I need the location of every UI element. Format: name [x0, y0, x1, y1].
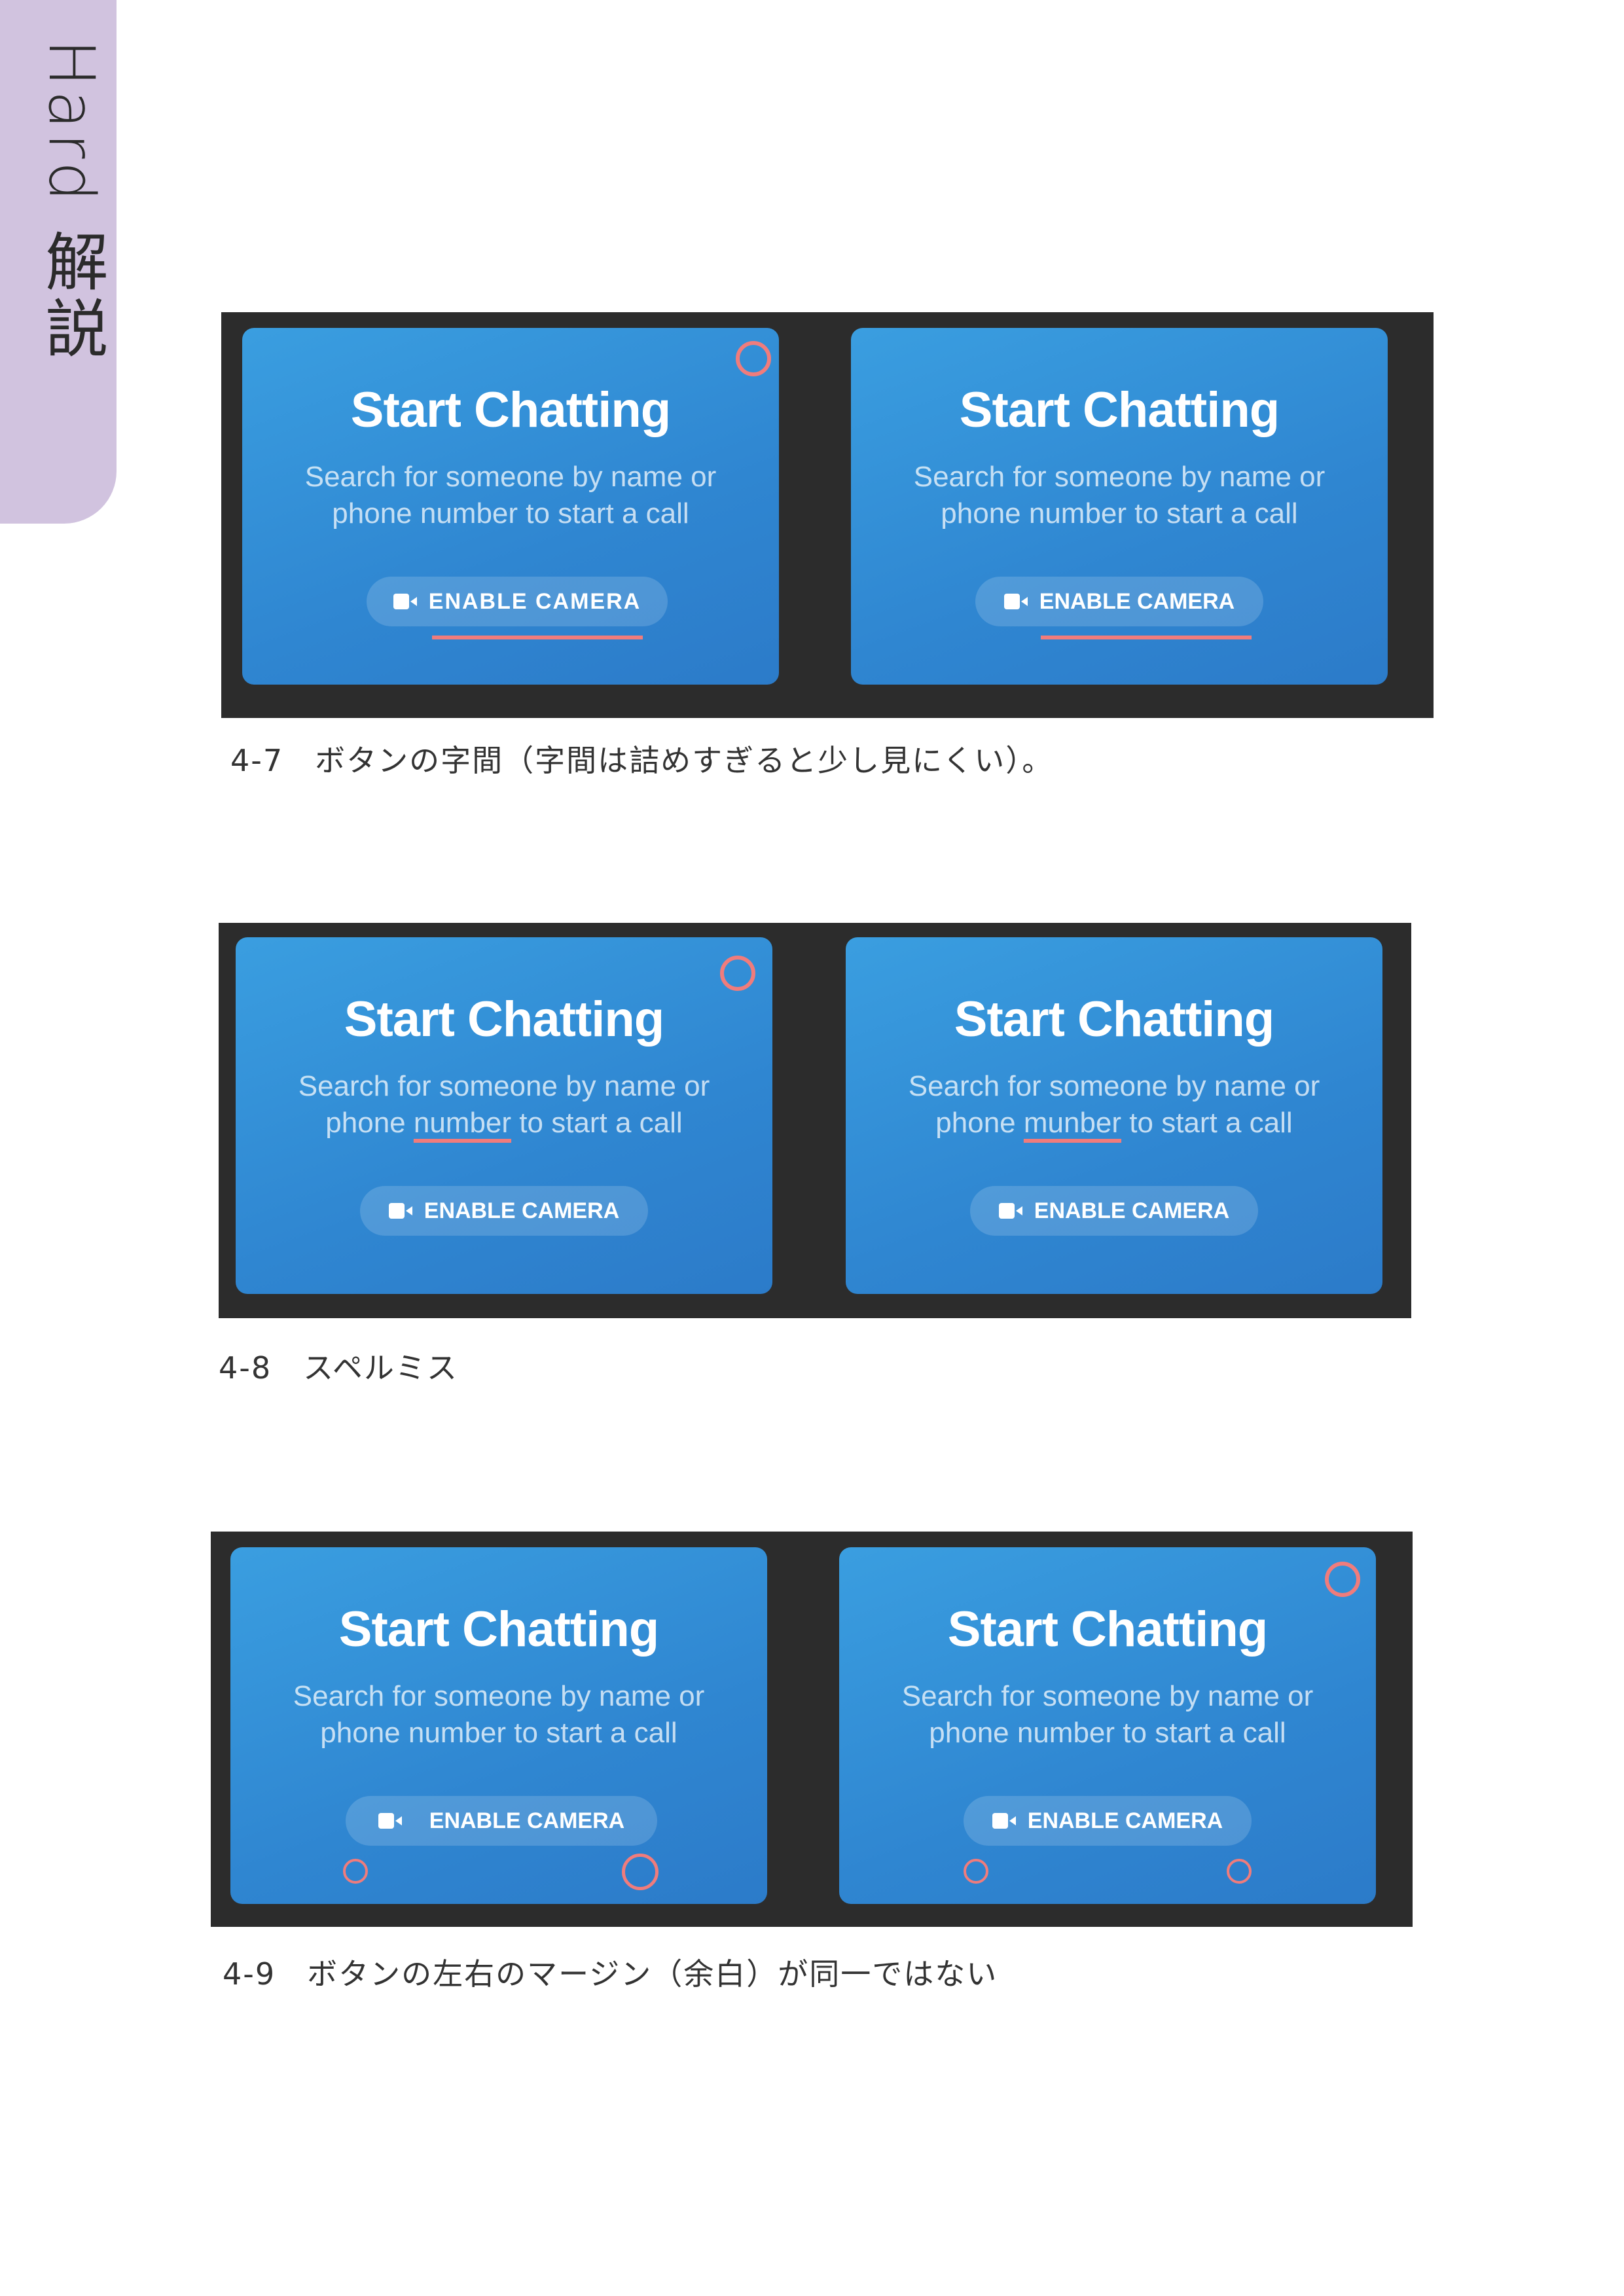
button-label: ENABLE CAMERA [1027, 1808, 1223, 1833]
card-title: Start Chatting [344, 992, 664, 1047]
card-right: Start Chatting Search for someone by nam… [839, 1547, 1376, 1904]
enable-camera-button[interactable]: ENABLE CAMERA [360, 1186, 648, 1236]
card-title: Start Chatting [338, 1602, 659, 1657]
figure-caption-4-7: 4-7 ボタンの字間（字間は詰めすぎると少し見にくい）。 [230, 743, 1054, 778]
card-title: Start Chatting [954, 992, 1274, 1047]
video-camera-icon [992, 1813, 1016, 1829]
figure-4-8: Start Chatting Search for someone by nam… [219, 923, 1411, 1318]
card-title: Start Chatting [959, 382, 1280, 438]
card-subtitle: Search for someone by name or phone numb… [913, 461, 1326, 529]
figure-4-7: Start Chatting Search for someone by nam… [221, 312, 1434, 718]
button-label: ENABLE CAMERA [1034, 1198, 1230, 1223]
card-title: Start Chatting [350, 382, 671, 438]
correct-marker-circle [720, 956, 755, 991]
margin-marker-large [622, 1854, 659, 1890]
button-label: ENABLE CAMERA [424, 1198, 620, 1223]
button-label: ENABLE CAMERA [429, 1808, 625, 1833]
card-left: Start Chatting Search for someone by nam… [236, 937, 772, 1294]
figure-caption-4-8: 4-8 スペルミス [219, 1350, 458, 1386]
card-title: Start Chatting [947, 1602, 1268, 1657]
figure-caption-4-9: 4-9 ボタンの左右のマージン（余白）が同一ではない [223, 1956, 998, 1992]
enable-camera-button[interactable]: ENABLE CAMERA [346, 1796, 657, 1846]
card-right: Start Chatting Search for someone by nam… [846, 937, 1382, 1294]
button-label: ENABLE CAMERA [1039, 588, 1235, 614]
card-subtitle: Search for someone by name or phone numb… [304, 461, 717, 529]
section-label: Hard 解説 [35, 39, 108, 363]
correct-marker-circle [736, 341, 771, 376]
margin-marker-small [343, 1859, 368, 1884]
margin-marker-left [964, 1859, 988, 1884]
video-camera-icon [1003, 594, 1028, 609]
enable-camera-button[interactable]: ENABLE CAMERA [964, 1796, 1252, 1846]
button-label: ENABLE CAMERA [428, 588, 641, 614]
section-side-tab: Hard 解説 [0, 0, 117, 524]
spelling-highlight: number [413, 1107, 512, 1139]
card-left: Start Chatting Search for someone by nam… [230, 1547, 767, 1904]
spacing-highlight-line [1041, 636, 1252, 639]
spelling-highlight: munber [1023, 1107, 1122, 1139]
spacing-highlight-line [432, 636, 643, 639]
video-camera-icon [393, 594, 417, 609]
video-camera-icon [378, 1813, 402, 1829]
card-left: Start Chatting Search for someone by nam… [242, 328, 779, 685]
card-right: Start Chatting Search for someone by nam… [851, 328, 1388, 685]
enable-camera-button[interactable]: ENABLE CAMERA [367, 577, 668, 626]
card-subtitle: Search for someone by name or phone numb… [298, 1070, 710, 1139]
enable-camera-button[interactable]: ENABLE CAMERA [970, 1186, 1258, 1236]
card-subtitle: Search for someone by name or phone numb… [901, 1680, 1314, 1749]
enable-camera-button[interactable]: ENABLE CAMERA [975, 577, 1263, 626]
video-camera-icon [998, 1203, 1022, 1219]
figure-4-9: Start Chatting Search for someone by nam… [211, 1532, 1413, 1927]
card-subtitle: Search for someone by name or phone numb… [293, 1680, 705, 1749]
card-subtitle: Search for someone by name or phone munb… [908, 1070, 1320, 1139]
correct-marker-circle [1325, 1562, 1360, 1597]
margin-marker-right [1227, 1859, 1252, 1884]
video-camera-icon [388, 1203, 412, 1219]
